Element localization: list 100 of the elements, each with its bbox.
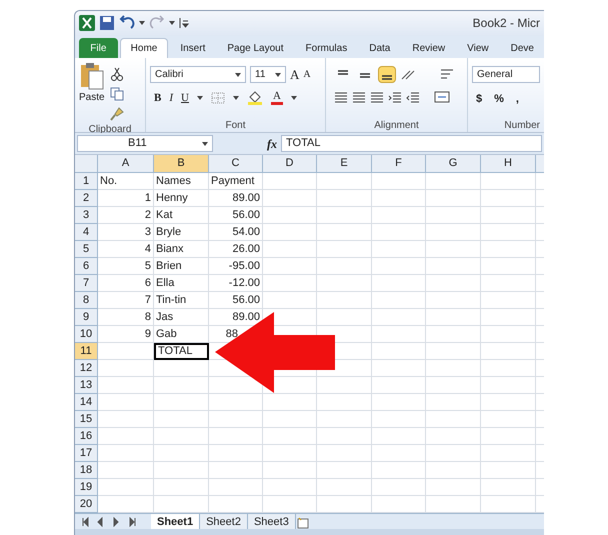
font-style-button[interactable]: B xyxy=(154,92,162,104)
column-header[interactable]: H xyxy=(481,155,536,172)
name-box[interactable]: B11 xyxy=(77,135,213,152)
grid-cell xyxy=(98,462,154,480)
new-sheet-icon[interactable] xyxy=(296,517,310,530)
number-format-button[interactable]: % xyxy=(494,91,504,108)
grid-cell xyxy=(372,411,426,428)
row-header[interactable]: 10 xyxy=(75,326,98,344)
table-cell: -12.00 xyxy=(209,275,263,292)
font-name-field[interactable]: Calibri xyxy=(150,66,246,84)
sheet-tab[interactable]: Sheet2 xyxy=(200,514,248,530)
insert-function-button[interactable]: fx xyxy=(267,134,277,153)
ribbon-tab[interactable]: Formulas xyxy=(296,38,358,58)
table-cell: 1 xyxy=(98,190,154,208)
grid-cell xyxy=(154,445,209,462)
column-header[interactable]: G xyxy=(426,155,481,172)
grid-cell xyxy=(98,428,154,446)
grow-font-button[interactable]: A xyxy=(290,68,300,82)
row-header[interactable]: 20 xyxy=(75,496,98,514)
column-header[interactable]: E xyxy=(317,155,372,172)
grid-cell xyxy=(372,309,426,326)
font-style-button[interactable]: I xyxy=(169,92,174,104)
undo-icon[interactable] xyxy=(119,15,135,32)
formula-field[interactable]: TOTAL xyxy=(281,135,542,152)
borders-icon[interactable] xyxy=(210,92,225,104)
font-style-button[interactable]: U xyxy=(181,92,189,104)
row-header[interactable]: 7 xyxy=(75,275,98,292)
vertical-align-button[interactable] xyxy=(378,66,396,84)
align-lines-icon[interactable] xyxy=(370,91,384,104)
file-tab[interactable]: File xyxy=(79,38,118,58)
grid-cell xyxy=(98,394,154,412)
copy-icon[interactable] xyxy=(108,86,125,102)
save-icon[interactable] xyxy=(99,15,115,32)
grid-cell xyxy=(426,445,481,462)
row-header[interactable]: 5 xyxy=(75,241,98,258)
table-cell: 5 xyxy=(98,258,154,276)
indent-icon[interactable] xyxy=(388,91,402,104)
row-header[interactable]: 19 xyxy=(75,479,98,496)
grid-cell xyxy=(372,190,426,208)
brush-icon[interactable] xyxy=(108,106,125,122)
sheet-nav-icon[interactable] xyxy=(95,516,105,527)
ribbon-tab[interactable]: Data xyxy=(359,38,400,58)
row-header[interactable]: 15 xyxy=(75,411,98,428)
row-header[interactable]: 2 xyxy=(75,190,98,208)
indent-icon[interactable] xyxy=(406,91,420,104)
column-header[interactable]: F xyxy=(372,155,426,172)
row-header[interactable]: 13 xyxy=(75,377,98,394)
sheet-tab[interactable]: Sheet1 xyxy=(151,514,200,530)
grid-cell xyxy=(426,292,481,310)
shrink-font-button[interactable]: A xyxy=(303,70,311,80)
row-header[interactable]: 17 xyxy=(75,445,98,462)
customize-toolbar-icon[interactable] xyxy=(179,17,189,30)
ribbon-tab[interactable]: Page Layout xyxy=(217,38,294,58)
table-cell: 4 xyxy=(98,241,154,258)
column-header[interactable]: B xyxy=(154,155,209,172)
font-size-field[interactable]: 11 xyxy=(250,66,286,84)
table-cell: 9 xyxy=(98,326,154,344)
grid-cell xyxy=(426,258,481,276)
group-label: Font xyxy=(225,118,246,133)
column-header[interactable]: D xyxy=(263,155,317,172)
ribbon-tab[interactable]: Home xyxy=(120,38,168,58)
ribbon-tab[interactable]: Deve xyxy=(500,38,544,58)
row-header[interactable]: 3 xyxy=(75,207,98,224)
number-format-field[interactable]: General xyxy=(472,66,540,84)
align-lines-icon[interactable] xyxy=(334,91,348,104)
merge-cells-icon[interactable] xyxy=(434,91,450,104)
number-format-button[interactable]: $ xyxy=(476,91,482,108)
row-header[interactable]: 6 xyxy=(75,258,98,276)
group-label: Alignment xyxy=(374,118,419,133)
grid-cell xyxy=(317,190,372,208)
row-header[interactable]: 8 xyxy=(75,292,98,310)
row-header[interactable]: 16 xyxy=(75,428,98,446)
number-format-button[interactable]: , xyxy=(516,91,519,108)
sheet-nav-icon[interactable] xyxy=(127,516,137,527)
ribbon-tab[interactable]: View xyxy=(457,38,499,58)
scissors-icon[interactable] xyxy=(108,66,125,82)
column-header[interactable]: C xyxy=(209,155,263,172)
row-header[interactable]: 4 xyxy=(75,224,98,242)
grid-cell xyxy=(263,258,317,276)
grid-cell xyxy=(426,207,481,224)
row-header[interactable]: 12 xyxy=(75,360,98,378)
align-lines-icon[interactable] xyxy=(352,91,366,104)
grid-cell xyxy=(426,360,481,378)
table-cell: 2 xyxy=(98,207,154,224)
grid-cell xyxy=(209,479,263,496)
grid-cell xyxy=(263,292,317,310)
ribbon-tab[interactable]: Review xyxy=(402,38,456,58)
row-header[interactable]: 11 xyxy=(75,343,98,360)
ribbon-tab[interactable]: Insert xyxy=(170,38,216,58)
grid-cell xyxy=(154,394,209,412)
grid-cell xyxy=(263,173,317,190)
sheet-nav-icon[interactable] xyxy=(111,516,121,527)
paste-button[interactable]: Paste xyxy=(79,62,105,122)
font-color-button[interactable]: A xyxy=(270,91,283,106)
fill-bucket-icon[interactable] xyxy=(246,91,263,106)
row-header[interactable]: 1 xyxy=(75,173,98,190)
row-header[interactable]: 9 xyxy=(75,309,98,326)
row-header[interactable]: 14 xyxy=(75,394,98,412)
sheet-tab[interactable]: Sheet3 xyxy=(248,514,296,530)
row-header[interactable]: 18 xyxy=(75,462,98,480)
